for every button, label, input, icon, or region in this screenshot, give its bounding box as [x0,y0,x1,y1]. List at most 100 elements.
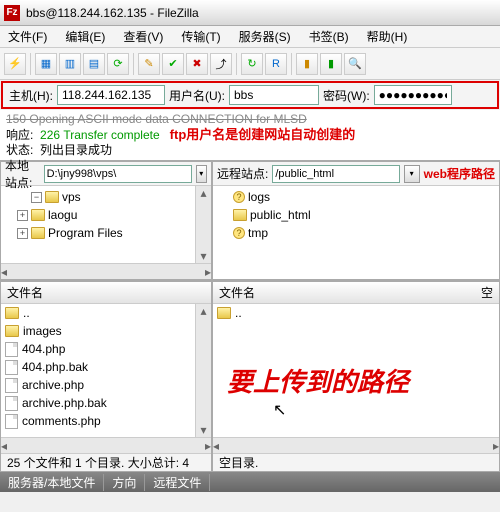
dropdown-icon[interactable]: ▾ [404,165,420,183]
local-tree[interactable]: − vps + laogu + Program Files [1,186,195,263]
annotation: web程序路径 [424,165,495,182]
quickconnect-bar: 主机(H): 用户名(U): 密码(W): [1,81,499,109]
remote-site-label: 远程站点: [217,165,268,182]
dropdown-icon[interactable]: ▾ [196,165,207,183]
local-file-list[interactable]: .. images 404.php 404.php.bak archive.ph… [1,304,195,437]
pass-label: 密码(W): [323,87,370,104]
local-status: 25 个文件和 1 个目录. 大小总计: 4 [7,454,189,471]
app-logo: Fz [4,5,20,21]
tab-server-local[interactable]: 服务器/本地文件 [0,474,104,491]
menu-edit[interactable]: 编辑(E) [61,26,109,47]
column-header[interactable]: 文件名 [219,284,255,301]
menubar: 文件(F) 编辑(E) 查看(V) 传输(T) 服务器(S) 书签(B) 帮助(… [0,26,500,48]
host-input[interactable] [57,85,165,105]
list-item[interactable]: archive.php.bak [22,396,107,410]
tb-icon[interactable]: ▦ [35,53,57,75]
folder-unknown-icon: ? [233,191,245,203]
folder-icon [31,227,45,239]
scrollbar[interactable]: ◂▸ [1,437,211,453]
menu-help[interactable]: 帮助(H) [363,26,412,47]
tb-icon[interactable]: ▤ [83,53,105,75]
scrollbar[interactable]: ◂▸ [213,437,499,453]
list-item[interactable]: .. [235,306,242,320]
queue-tabs: 服务器/本地文件 方向 远程文件 [0,472,500,492]
tab-direction[interactable]: 方向 [104,474,145,491]
tree-item[interactable]: laogu [48,208,77,222]
list-item[interactable]: 404.php.bak [22,360,88,374]
scrollbar[interactable]: ◂▸ [1,263,211,279]
tb-icon[interactable]: ✔ [162,53,184,75]
list-item[interactable]: .. [23,306,30,320]
annotation: 要上传到的路径 [227,362,409,399]
menu-transfer[interactable]: 传输(T) [177,26,224,47]
menu-bookmark[interactable]: 书签(B) [305,26,353,47]
tb-icon[interactable]: ▥ [59,53,81,75]
tree-item[interactable]: vps [62,190,81,204]
log-panel: 150 Opening ASCII mode data CONNECTION f… [0,110,500,160]
list-item[interactable]: images [23,324,62,338]
file-icon [5,342,18,357]
tree-item[interactable]: tmp [248,226,268,240]
file-icon [5,396,18,411]
column-header[interactable]: 文件名 [7,284,43,301]
pass-input[interactable] [374,85,452,105]
cursor-icon: ↖ [273,400,286,420]
scrollbar[interactable]: ▴▾ [195,186,211,263]
collapse-icon[interactable]: − [31,192,42,203]
log-line: 列出目录成功 [40,143,112,157]
expand-icon[interactable]: + [17,228,28,239]
file-icon [5,360,18,375]
connect-icon[interactable]: ⚡ [4,53,26,75]
folder-icon [233,209,247,221]
scrollbar[interactable]: ▴▾ [195,304,211,437]
menu-view[interactable]: 查看(V) [119,26,167,47]
tree-item[interactable]: logs [248,190,270,204]
user-label: 用户名(U): [169,87,225,104]
log-line: 150 Opening ASCII mode data CONNECTION f… [6,112,494,127]
log-line: 226 Transfer complete [40,128,160,142]
annotation: ftp用户名是创建网站自动创建的 [170,127,356,142]
expand-icon[interactable]: + [17,210,28,221]
list-item[interactable]: comments.php [22,414,101,428]
tb-icon[interactable]: ✎ [138,53,160,75]
folder-icon [45,191,59,203]
refresh-icon[interactable]: ↻ [241,53,263,75]
window-title: bbs@118.244.162.135 - FileZilla [26,6,199,20]
user-input[interactable] [229,85,319,105]
host-label: 主机(H): [9,87,53,104]
folder-icon [31,209,45,221]
remote-status: 空目录. [219,454,258,471]
folder-unknown-icon: ? [233,227,245,239]
remote-files-panel: 文件名 空 .. 要上传到的路径 ↖ ◂▸ 空目录. [212,281,500,472]
list-item[interactable]: archive.php [22,378,84,392]
tb-icon[interactable]: ⟳ [107,53,129,75]
tb-icon[interactable]: ⤴ [210,53,232,75]
folder-up-icon [5,307,19,319]
remote-tree[interactable]: ?logs public_html ?tmp [213,186,499,279]
folder-icon [5,325,19,337]
cancel-icon[interactable]: ✖ [186,53,208,75]
search-icon[interactable]: 🔍 [344,53,366,75]
tab-remote-file[interactable]: 远程文件 [145,474,210,491]
local-panel: 本地站点: ▾ −vps +laogu +Program Files ▴▾ ◂▸ [0,161,212,280]
remote-path-input[interactable] [272,165,399,183]
menu-server[interactable]: 服务器(S) [235,26,295,47]
remote-file-list[interactable]: .. 要上传到的路径 ↖ [213,304,499,437]
tb-icon[interactable]: ▮ [320,53,342,75]
column-header[interactable]: 空 [481,284,493,301]
remote-panel: 远程站点: ▾ web程序路径 ?logs public_html ?tmp [212,161,500,280]
menu-file[interactable]: 文件(F) [4,26,51,47]
tb-icon[interactable]: R [265,53,287,75]
tree-item[interactable]: public_html [250,208,311,222]
list-item[interactable]: 404.php [22,342,65,356]
log-line-label: 响应: [6,128,33,142]
toolbar: ⚡ ▦ ▥ ▤ ⟳ ✎ ✔ ✖ ⤴ ↻ R ▮ ▮ 🔍 [0,48,500,80]
tree-item[interactable]: Program Files [48,226,123,240]
tb-icon[interactable]: ▮ [296,53,318,75]
file-icon [5,414,18,429]
local-path-input[interactable] [44,165,192,183]
folder-up-icon [217,307,231,319]
log-line-label: 状态: [6,143,33,157]
file-icon [5,378,18,393]
local-files-panel: 文件名 .. images 404.php 404.php.bak archiv… [0,281,212,472]
